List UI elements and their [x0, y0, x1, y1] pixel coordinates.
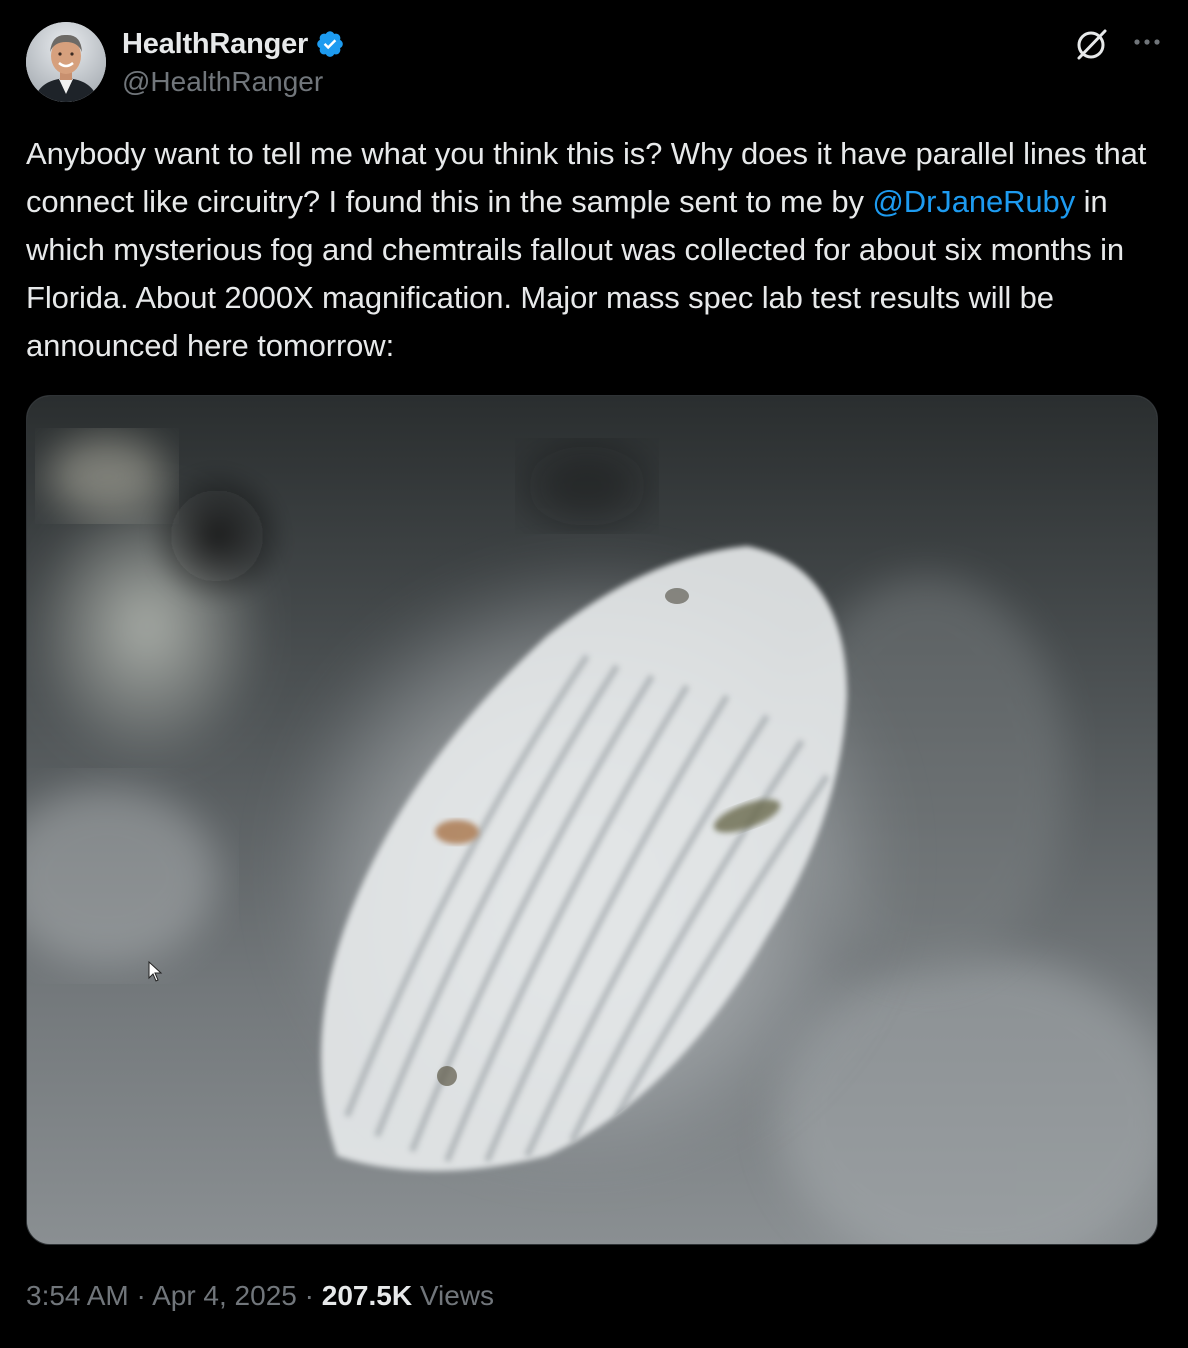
tweet-media-image[interactable]: [26, 395, 1158, 1245]
meta-separator: ·: [136, 1280, 146, 1311]
grok-icon[interactable]: [1074, 26, 1110, 62]
tweet: HealthRanger @HealthRanger Anybody want …: [0, 0, 1188, 1348]
tweet-meta: 3:54 AM · Apr 4, 2025 · 207.5K Views: [26, 1280, 494, 1312]
more-icon[interactable]: [1132, 32, 1162, 52]
tweet-date[interactable]: Apr 4, 2025: [152, 1280, 297, 1311]
author-name-row[interactable]: HealthRanger: [122, 26, 345, 62]
tweet-text: Anybody want to tell me what you think t…: [26, 130, 1162, 370]
verified-badge-icon[interactable]: [315, 29, 345, 59]
avatar[interactable]: [26, 22, 106, 102]
views-label: Views: [419, 1280, 495, 1311]
views-count: 207.5K: [321, 1280, 413, 1311]
author-handle[interactable]: @HealthRanger: [122, 66, 323, 98]
mention-link[interactable]: @DrJaneRuby: [872, 184, 1075, 219]
tweet-header: HealthRanger @HealthRanger: [26, 22, 1162, 104]
meta-separator: ·: [304, 1280, 314, 1311]
author-display-name[interactable]: HealthRanger: [122, 28, 308, 61]
tweet-time[interactable]: 3:54 AM: [26, 1280, 129, 1311]
